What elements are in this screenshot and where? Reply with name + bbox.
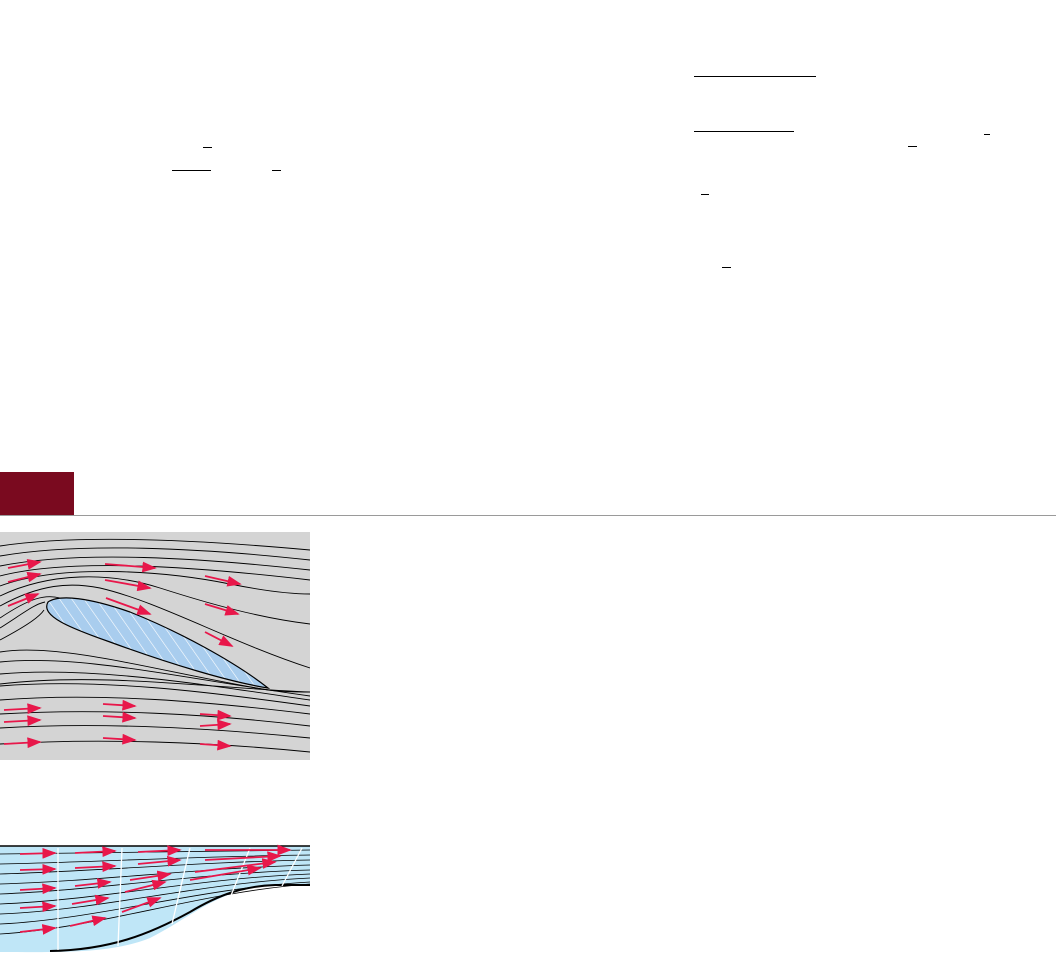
fraction-bar bbox=[203, 147, 212, 148]
fraction-bar bbox=[984, 134, 990, 135]
section-rule bbox=[0, 515, 1056, 516]
fraction-bar bbox=[701, 194, 709, 195]
fraction-bar bbox=[694, 131, 794, 132]
fraction-bar bbox=[722, 267, 731, 268]
fraction-bar bbox=[694, 76, 816, 77]
fraction-bar bbox=[908, 146, 917, 147]
airfoil-streamline-figure bbox=[0, 532, 310, 760]
fraction-bar bbox=[272, 170, 281, 171]
section-tab bbox=[0, 472, 74, 516]
fraction-bar bbox=[172, 170, 211, 171]
converging-channel-streamline-figure bbox=[0, 844, 310, 953]
